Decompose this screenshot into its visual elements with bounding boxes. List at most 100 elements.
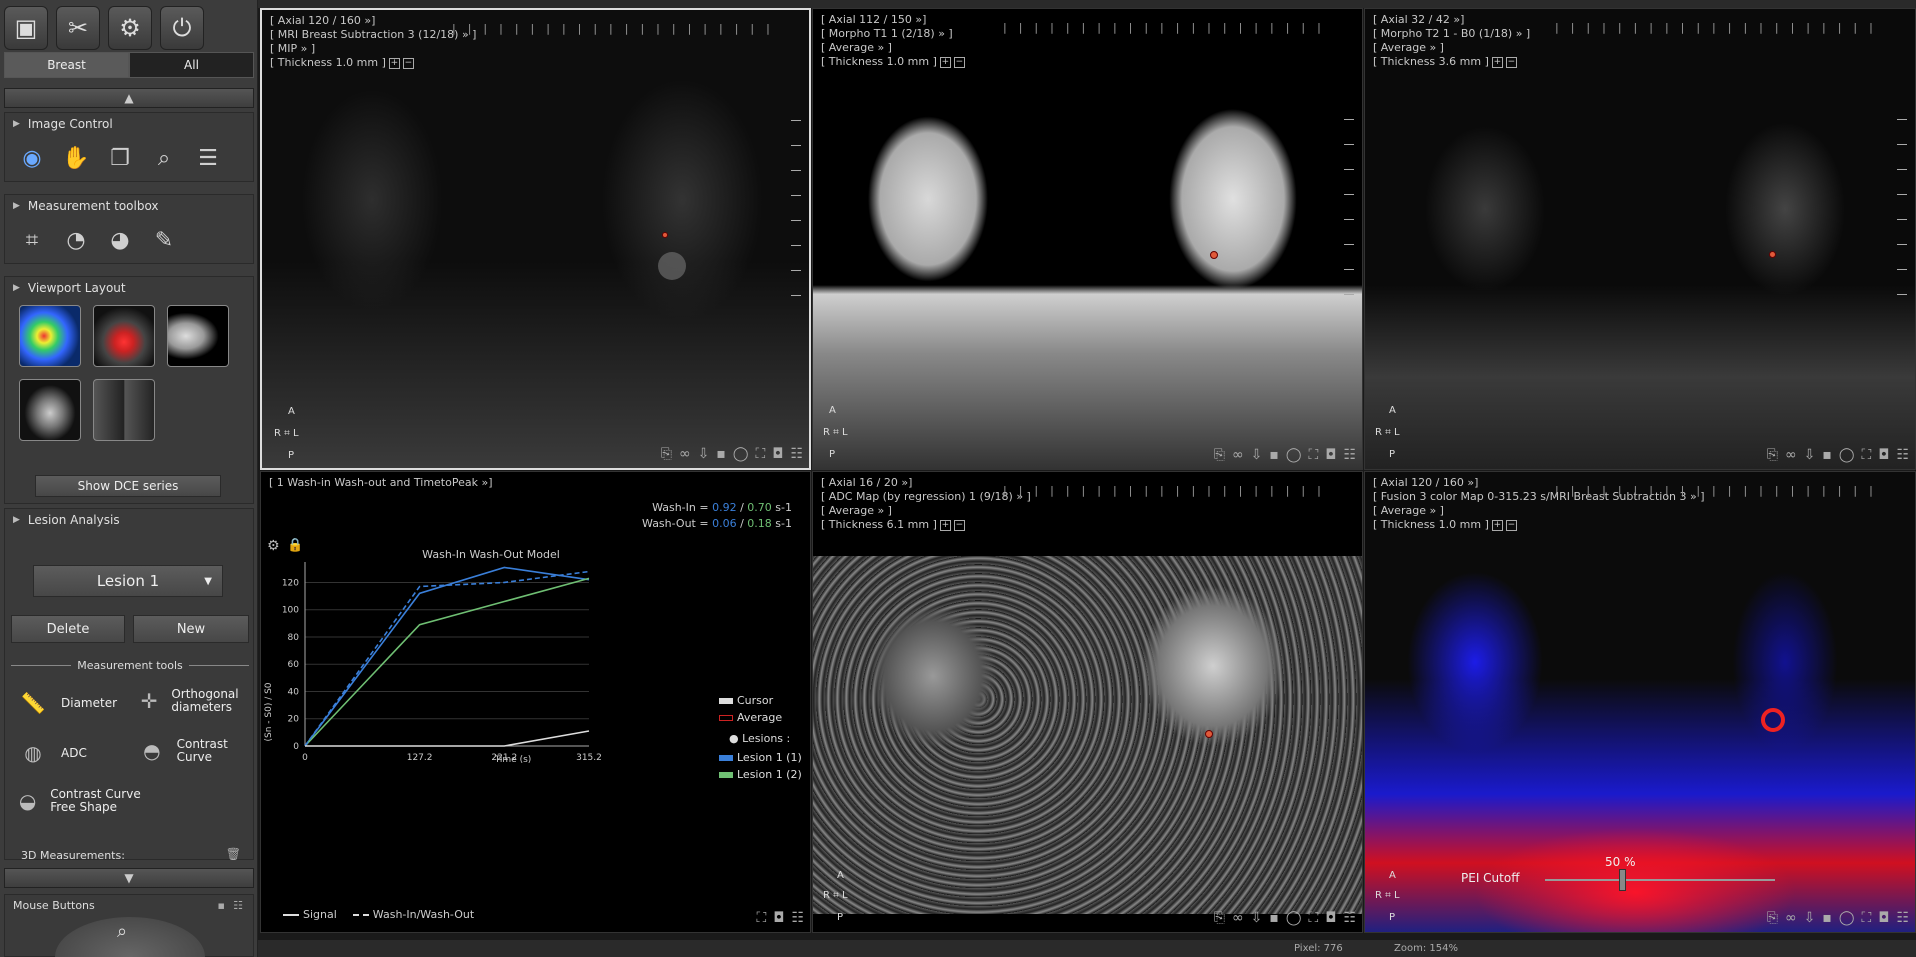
show-dce-series-button[interactable]: Show DCE series (35, 475, 221, 497)
overlay-render-mode[interactable]: [ Average » ] (821, 41, 965, 55)
thickness-plus-button[interactable]: + (388, 57, 400, 69)
thickness-minus-button[interactable]: − (953, 56, 965, 68)
overlay-render-mode[interactable]: [ Average » ] (1373, 41, 1530, 55)
legend-lesion-2[interactable]: Lesion 1 (2) (737, 768, 802, 781)
overlay-slice[interactable]: [ Axial 16 / 20 »] (821, 476, 1031, 490)
fullscreen-icon[interactable]: ⛶ (1309, 447, 1319, 463)
paperclip-icon[interactable]: ⎘ (1767, 910, 1778, 926)
fullscreen-icon[interactable]: ⛶ (757, 910, 767, 926)
orthogonal-tool[interactable]: ✛ Orthogonal diameters (139, 685, 255, 717)
ruler-icon[interactable]: ✎ (147, 223, 181, 257)
overlay-slice[interactable]: [ Axial 112 / 150 »] (821, 13, 965, 27)
lesion-marker[interactable] (1769, 251, 1776, 258)
viewport-morpho-t2[interactable]: [ Axial 32 / 42 »] [ Morpho T2 1 - B0 (1… (1364, 8, 1916, 470)
overlay-slice[interactable]: [ Axial 120 / 160 »] (270, 14, 476, 28)
power-icon[interactable]: ⏻ (160, 6, 204, 50)
paperclip-icon[interactable]: ⎘ (1214, 447, 1225, 463)
overlay-render-mode[interactable]: [ Average » ] (821, 504, 1031, 518)
circle-icon[interactable]: ◯ (1839, 447, 1855, 463)
fullscreen-icon[interactable]: ⛶ (1862, 447, 1872, 463)
menu-icon[interactable]: ☷ (1896, 910, 1909, 926)
camera-icon[interactable]: ◘ (1878, 910, 1889, 926)
export-icon[interactable]: ⇩ (1251, 447, 1263, 463)
layout-thumb-grid[interactable] (93, 379, 155, 441)
legend-lesion-1[interactable]: Lesion 1 (1) (737, 751, 802, 764)
image-control-header[interactable]: ▶ Image Control (5, 113, 253, 135)
thickness-minus-button[interactable]: − (953, 519, 965, 531)
save-icon[interactable]: ▪ (1269, 447, 1279, 463)
overlay-series[interactable]: [ Morpho T2 1 - B0 (1/18) » ] (1373, 27, 1530, 41)
pei-cutoff-handle[interactable] (1619, 869, 1626, 891)
fullscreen-icon[interactable]: ⛶ (1309, 910, 1319, 926)
scroll-up-button[interactable]: ▲ (4, 88, 254, 108)
camera-icon[interactable]: ◘ (1325, 447, 1336, 463)
viewport-layout-header[interactable]: ▶ Viewport Layout (5, 277, 253, 299)
save-icon[interactable]: ▪ (218, 899, 225, 912)
fullscreen-icon[interactable]: ⛶ (756, 446, 766, 462)
measurement-toolbox-header[interactable]: ▶ Measurement toolbox (5, 195, 253, 217)
lesion-marker[interactable] (662, 232, 668, 238)
diameter-tool[interactable]: 📏 Diameter (17, 687, 117, 719)
adc-tool[interactable]: ◍ ADC (17, 737, 87, 769)
settings-gear-icon[interactable]: ⚙ (108, 6, 152, 50)
circle-icon[interactable]: ◯ (1286, 447, 1302, 463)
paperclip-icon[interactable]: ⎘ (1767, 447, 1778, 463)
crosshair-icon[interactable]: ⌗ (284, 428, 290, 439)
export-icon[interactable]: ⇩ (698, 446, 710, 462)
menu-icon[interactable]: ☷ (1896, 447, 1909, 463)
save-icon[interactable]: ▪ (716, 446, 726, 462)
lesion-marker[interactable] (1210, 251, 1218, 259)
save-icon[interactable]: ▪ (1822, 447, 1832, 463)
zoom-magnifier-icon[interactable]: ⌕ (147, 141, 181, 175)
thickness-plus-button[interactable]: + (939, 56, 951, 68)
thickness-plus-button[interactable]: + (1491, 519, 1503, 531)
save-icon[interactable]: ▪ (1269, 910, 1279, 926)
lesion-select[interactable]: Lesion 1 ▼ (33, 565, 223, 597)
open-folder-icon[interactable]: ▣ (4, 6, 48, 50)
circle-icon[interactable]: ◯ (1839, 910, 1855, 926)
lesion-marker[interactable] (1205, 730, 1213, 738)
fullscreen-icon[interactable]: ⛶ (1862, 910, 1872, 926)
thickness-minus-button[interactable]: − (1505, 56, 1517, 68)
export-icon[interactable]: ⇩ (1804, 910, 1816, 926)
link-icon[interactable]: ∞ (679, 446, 691, 462)
export-icon[interactable]: ⇩ (1251, 910, 1263, 926)
thickness-plus-button[interactable]: + (1491, 56, 1503, 68)
delete-button[interactable]: Delete (11, 615, 125, 643)
overlay-series[interactable]: [ ADC Map (by regression) 1 (9/18) » ] (821, 490, 1031, 504)
paperclip-icon[interactable]: ⎘ (661, 446, 672, 462)
pan-hand-icon[interactable]: ✋ (59, 141, 93, 175)
camera-icon[interactable]: ◘ (772, 446, 783, 462)
link-icon[interactable]: ∞ (1785, 447, 1797, 463)
camera-icon[interactable]: ◘ (773, 910, 784, 926)
new-button[interactable]: New (133, 615, 249, 643)
contrast-free-tool[interactable]: ◒ Contrast Curve Free Shape (17, 785, 157, 817)
crosshair-icon[interactable]: ⌗ (1385, 427, 1391, 438)
overlay-series[interactable]: [ Morpho T1 1 (2/18) » ] (821, 27, 965, 41)
circle-icon[interactable]: ◯ (1286, 910, 1302, 926)
layout-thumb-fusion[interactable] (93, 305, 155, 367)
chart-header[interactable]: [ 1 Wash-in Wash-out and TimetoPeak »] (269, 476, 493, 490)
tools-icon[interactable]: ✂ (56, 6, 100, 50)
menu-icon[interactable]: ☷ (1343, 447, 1356, 463)
link-icon[interactable]: ∞ (1232, 447, 1244, 463)
viewport-adc-map[interactable]: [ Axial 16 / 20 »] [ ADC Map (by regress… (812, 471, 1363, 933)
tab-all[interactable]: All (129, 52, 254, 78)
crosshair-icon[interactable]: ⌗ (1385, 890, 1391, 901)
camera-icon[interactable]: ◘ (1325, 910, 1336, 926)
stack-icon[interactable]: ❐ (103, 141, 137, 175)
layout-thumb-colormap[interactable] (19, 305, 81, 367)
paperclip-icon[interactable]: ⎘ (1214, 910, 1225, 926)
viewport-fusion-color-map[interactable]: [ Axial 120 / 160 »] [ Fusion 3 color Ma… (1364, 471, 1916, 933)
trash-icon[interactable]: 🗑 (226, 847, 241, 861)
link-icon[interactable]: ∞ (1232, 910, 1244, 926)
lesion-analysis-header[interactable]: ▶ Lesion Analysis (5, 509, 253, 531)
layout-thumb-t1[interactable] (167, 305, 229, 367)
circle-icon[interactable]: ◯ (733, 446, 749, 462)
crosshair-icon[interactable]: ⌗ (833, 890, 839, 901)
scroll-down-button[interactable]: ▼ (4, 868, 254, 888)
link-icon[interactable]: ∞ (1785, 910, 1797, 926)
export-icon[interactable]: ⇩ (1804, 447, 1816, 463)
viewport-chart[interactable]: [ 1 Wash-in Wash-out and TimetoPeak »] W… (260, 471, 811, 933)
list-icon[interactable]: ☷ (233, 899, 243, 912)
